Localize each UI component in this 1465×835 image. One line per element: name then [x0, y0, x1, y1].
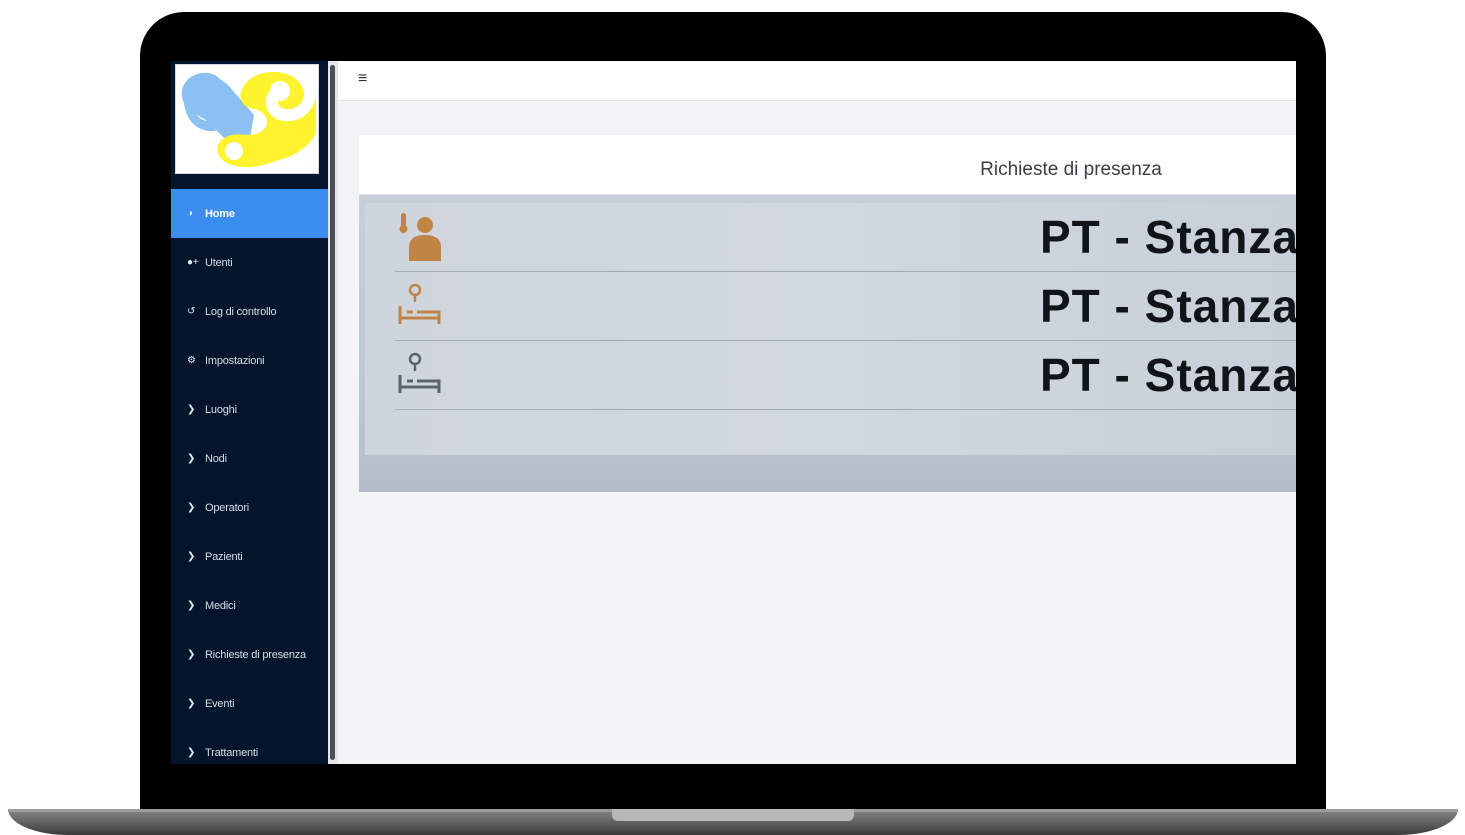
sidebar-item-medici[interactable]: ❯ Medici: [171, 581, 328, 630]
app-logo: [175, 64, 319, 174]
card-header: Richieste di presenza: [359, 135, 1296, 195]
sidebar-item-label: Medici: [205, 599, 236, 612]
sidebar-item-label: Nodi: [205, 452, 227, 465]
sidebar-item-operatori[interactable]: ❯ Operatori: [171, 483, 328, 532]
sidebar-item-richieste-di-presenza[interactable]: ❯ Richieste di presenza: [171, 630, 328, 679]
request-row[interactable]: PT - Stanza: [395, 341, 1296, 410]
sidebar-item-label: Home: [205, 207, 235, 220]
sidebar-item-nodi[interactable]: ❯ Nodi: [171, 434, 328, 483]
chevron-right-icon: ❯: [187, 747, 196, 758]
chevron-right-icon: ❯: [187, 551, 196, 562]
sidebar-item-label: Eventi: [205, 697, 235, 710]
presence-requests-card: Richieste di presenza PT - Stanza PT - S…: [359, 135, 1296, 492]
users-icon: ●+: [187, 257, 199, 268]
gear-icon: ⚙: [187, 355, 196, 366]
history-icon: ↺: [187, 306, 196, 317]
sidebar-scrollbar[interactable]: [328, 61, 338, 764]
scrollbar-thumb[interactable]: [330, 65, 335, 760]
sidebar-nav: ◑ Home ●+ Utenti ↺ Log di controllo ⚙ Im…: [171, 189, 328, 764]
chevron-right-icon: ❯: [187, 649, 196, 660]
sidebar: ◑ Home ●+ Utenti ↺ Log di controllo ⚙ Im…: [171, 61, 328, 764]
request-row[interactable]: PT - Stanza: [395, 203, 1296, 272]
hamburger-icon[interactable]: ≡: [358, 70, 367, 88]
chevron-right-icon: ❯: [187, 453, 196, 464]
sidebar-item-label: Utenti: [205, 256, 233, 269]
dashboard-icon: ◑: [187, 208, 193, 219]
logo-icon: [181, 71, 316, 168]
sidebar-item-label: Operatori: [205, 501, 250, 514]
sidebar-item-label: Impostazioni: [205, 354, 265, 367]
chevron-right-icon: ❯: [187, 404, 196, 415]
request-location: PT - Stanza: [1040, 280, 1296, 332]
request-location: PT - Stanza: [1040, 211, 1296, 263]
sidebar-item-label: Trattamenti: [205, 746, 259, 759]
requests-panel: PT - Stanza PT - Stanza PT - Stanza: [359, 195, 1296, 492]
topbar: ≡: [338, 61, 1296, 101]
sidebar-item-label: Richieste di presenza: [205, 648, 306, 661]
sidebar-item-home[interactable]: ◑ Home: [171, 189, 328, 238]
sidebar-item-luoghi[interactable]: ❯ Luoghi: [171, 385, 328, 434]
sidebar-item-label: Luoghi: [205, 403, 237, 416]
requests-list: PT - Stanza PT - Stanza PT - Stanza: [365, 203, 1296, 455]
sidebar-item-log-di-controllo[interactable]: ↺ Log di controllo: [171, 287, 328, 336]
laptop-notch: [612, 809, 854, 821]
sidebar-item-trattamenti[interactable]: ❯ Trattamenti: [171, 728, 328, 764]
bed-location-icon: [398, 352, 441, 393]
sidebar-item-pazienti[interactable]: ❯ Pazienti: [171, 532, 328, 581]
card-title: Richieste di presenza: [980, 159, 1162, 180]
sidebar-item-label: Pazienti: [205, 550, 243, 563]
request-row[interactable]: PT - Stanza: [395, 272, 1296, 341]
chevron-right-icon: ❯: [187, 502, 196, 513]
patient-thermometer-icon: [399, 213, 441, 261]
screen: ◑ Home ●+ Utenti ↺ Log di controllo ⚙ Im…: [171, 61, 1296, 764]
sidebar-item-label: Log di controllo: [205, 305, 277, 318]
chevron-right-icon: ❯: [187, 698, 196, 709]
chevron-right-icon: ❯: [187, 600, 196, 611]
sidebar-item-utenti[interactable]: ●+ Utenti: [171, 238, 328, 287]
sidebar-item-impostazioni[interactable]: ⚙ Impostazioni: [171, 336, 328, 385]
sidebar-item-eventi[interactable]: ❯ Eventi: [171, 679, 328, 728]
bed-location-icon: [398, 283, 441, 324]
request-location: PT - Stanza: [1040, 349, 1296, 401]
